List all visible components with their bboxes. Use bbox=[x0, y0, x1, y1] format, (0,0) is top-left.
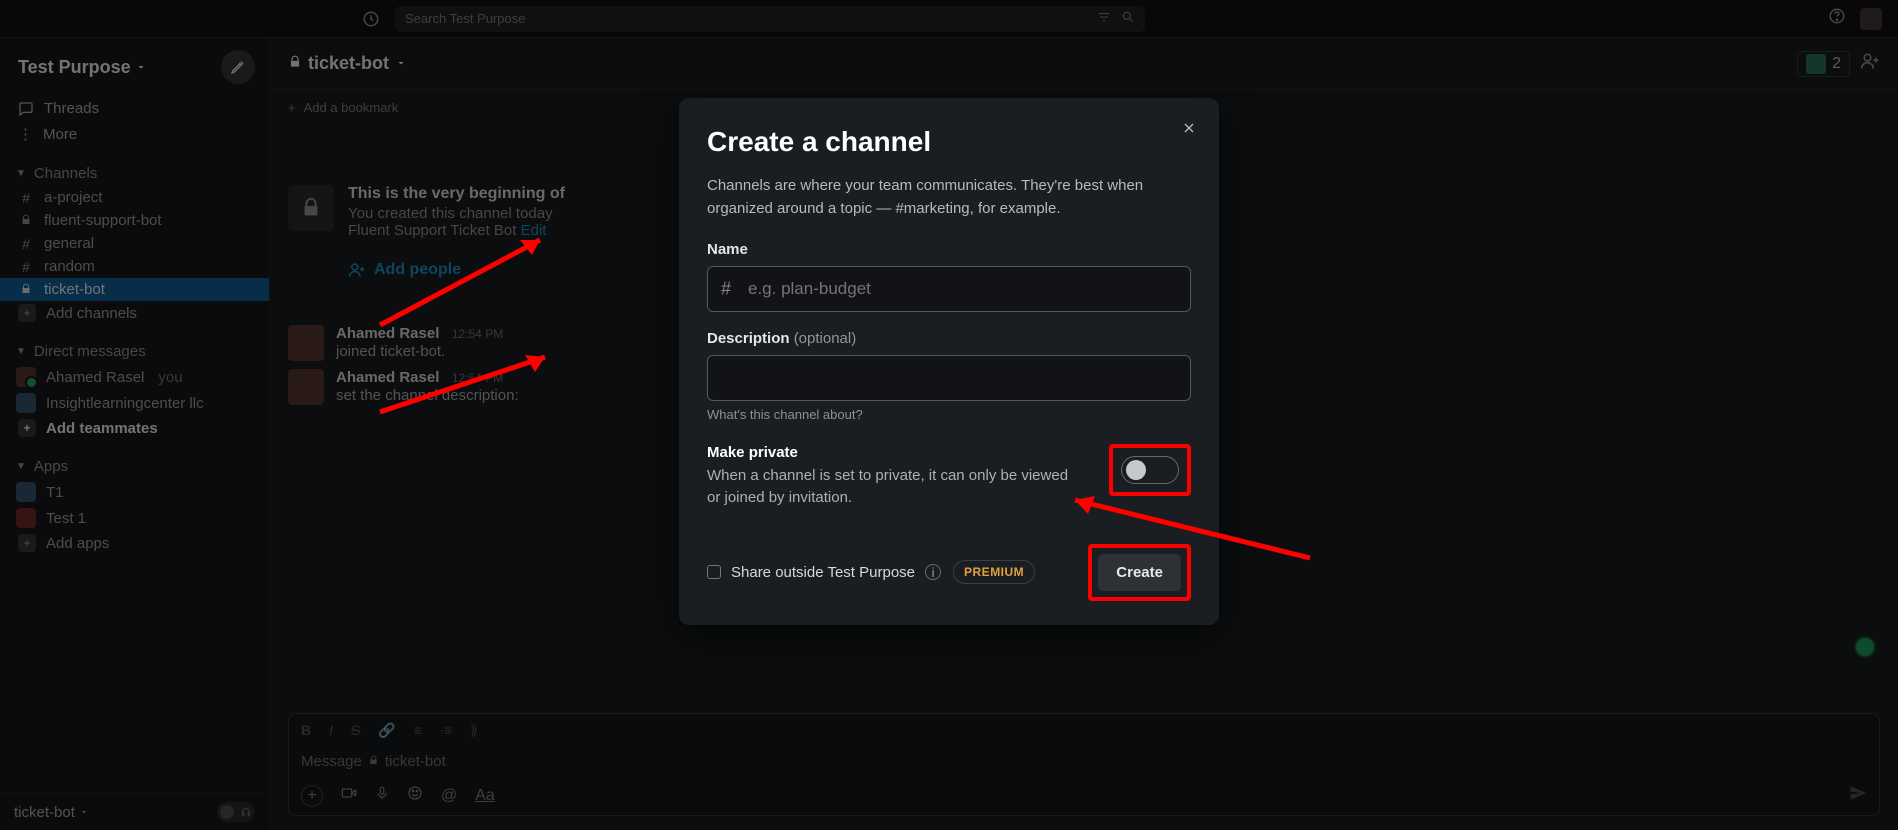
info-icon[interactable]: i bbox=[925, 564, 941, 580]
hash-icon: # bbox=[721, 278, 731, 299]
annotation-box bbox=[1109, 444, 1191, 496]
name-field-label: Name bbox=[707, 241, 1191, 258]
close-button[interactable] bbox=[1181, 120, 1197, 141]
channel-description-input[interactable] bbox=[707, 355, 1191, 401]
description-hint: What's this channel about? bbox=[707, 407, 1191, 422]
make-private-title: Make private bbox=[707, 444, 1085, 461]
share-outside-checkbox[interactable] bbox=[707, 565, 721, 579]
create-button[interactable]: Create bbox=[1098, 554, 1181, 591]
private-toggle[interactable] bbox=[1121, 456, 1179, 484]
modal-title: Create a channel bbox=[707, 126, 1191, 158]
channel-name-input[interactable] bbox=[707, 266, 1191, 312]
premium-badge: PREMIUM bbox=[953, 560, 1035, 584]
make-private-sub: When a channel is set to private, it can… bbox=[707, 465, 1085, 510]
annotation-box: Create bbox=[1088, 544, 1191, 601]
modal-description: Channels are where your team communicate… bbox=[707, 174, 1191, 221]
description-field-label: Description (optional) bbox=[707, 330, 1191, 347]
create-channel-modal: Create a channel Channels are where your… bbox=[679, 98, 1219, 625]
share-outside-label: Share outside Test Purpose bbox=[731, 564, 915, 581]
toggle-knob bbox=[1126, 460, 1146, 480]
